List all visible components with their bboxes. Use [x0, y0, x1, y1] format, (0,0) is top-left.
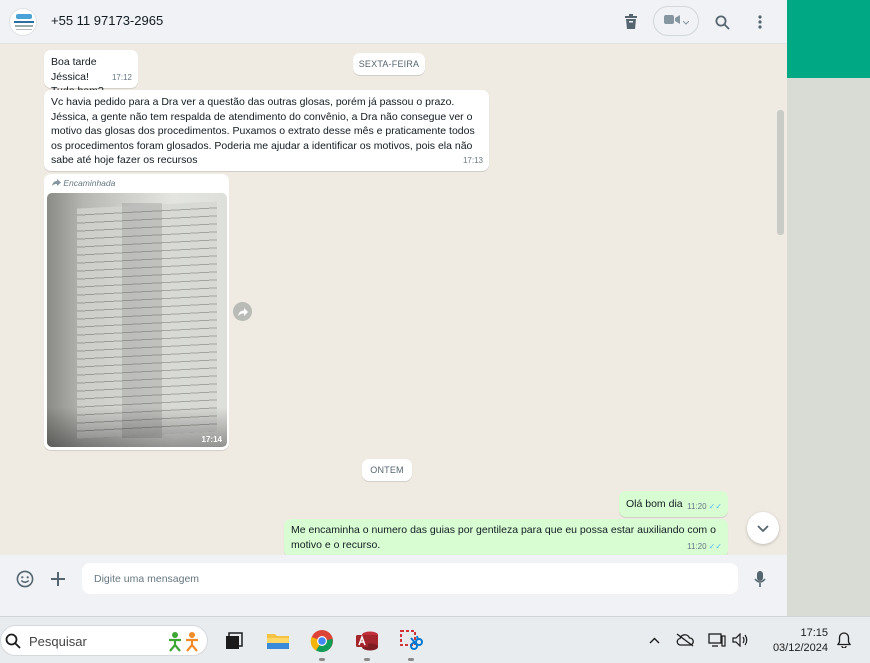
message-text-line: Vc havia pedido para a Dra ver a questão… — [51, 96, 455, 108]
menu-dots-icon[interactable] — [750, 12, 770, 32]
message-time: 11:20 — [687, 541, 707, 551]
message-time: 17:12 — [111, 72, 132, 82]
video-call-button[interactable] — [653, 6, 699, 36]
file-explorer-icon[interactable] — [265, 628, 291, 654]
chevron-up-icon[interactable] — [645, 631, 663, 649]
search-icon — [5, 633, 21, 654]
message-text-line: Jéssica, a gente não tem respalda de ate… — [51, 110, 473, 123]
double-check-icon: ✓✓ — [708, 501, 722, 511]
emoji-icon[interactable] — [15, 569, 35, 589]
chevron-down-icon — [757, 519, 769, 537]
message-text-line: Me encaminha o numero das guias por gent… — [291, 524, 716, 536]
message-meta: 11:20 ✓✓ — [687, 500, 722, 515]
archive-icon[interactable] — [621, 12, 641, 32]
date-separator: ONTEM — [362, 459, 412, 481]
chrome-icon[interactable] — [309, 628, 335, 654]
app-background — [787, 78, 870, 616]
taskbar-search-placeholder: Pesquisar — [29, 634, 87, 649]
forward-icon — [237, 303, 248, 321]
cloud-offline-icon[interactable] — [676, 631, 694, 649]
message-time: 17:14 — [201, 435, 222, 444]
accessibility-icon — [164, 631, 204, 658]
message-time: 11:20 — [687, 501, 707, 511]
task-view-icon[interactable] — [221, 628, 247, 654]
taskbar: Pesquisar 17:15 03/12/2024 — [0, 616, 870, 663]
message-outgoing[interactable]: Olá bom dia 11:20 ✓✓ — [619, 491, 728, 517]
chat-scrollbar[interactable] — [777, 110, 784, 235]
video-call-icon — [663, 12, 680, 30]
forwarded-label: Encaminhada — [52, 178, 115, 188]
clock-time: 17:15 — [800, 627, 828, 639]
message-text-line: sabe até hoje fazer os recursos — [51, 154, 198, 166]
message-input[interactable] — [82, 563, 738, 594]
message-composer — [0, 555, 787, 603]
message-meta: 11:20 ✓✓ — [687, 540, 722, 555]
microphone-icon[interactable] — [750, 569, 770, 589]
message-time: 17:13 — [462, 155, 483, 165]
network-icon[interactable] — [708, 631, 726, 649]
system-clock[interactable]: 17:15 03/12/2024 — [766, 626, 828, 656]
contact-name[interactable]: +55 11 97173-2965 — [51, 13, 163, 28]
taskbar-search[interactable]: Pesquisar — [0, 625, 208, 656]
access-icon[interactable] — [354, 628, 380, 654]
message-text-line: os procedimentos foram glosados. Poderia… — [51, 139, 473, 152]
chevron-down-icon — [682, 12, 689, 30]
chat-header: +55 11 97173-2965 — [0, 0, 787, 44]
snipping-tool-icon[interactable] — [398, 628, 424, 654]
search-icon[interactable] — [712, 12, 732, 32]
scroll-to-bottom-button[interactable] — [747, 512, 779, 544]
attach-plus-icon[interactable] — [48, 569, 68, 589]
whatsapp-window: +55 11 97173-2965 Boa tarde Jéssica! Tud… — [0, 0, 787, 603]
date-separator: SEXTA-FEIRA — [353, 53, 425, 75]
clock-date: 03/12/2024 — [772, 642, 828, 654]
message-incoming[interactable]: Boa tarde Jéssica! Tudo bem? 17:12 — [44, 50, 138, 97]
document-photo[interactable]: 17:14 — [47, 193, 227, 447]
message-outgoing[interactable]: Me encaminha o numero das guias por gent… — [284, 519, 728, 555]
contact-avatar[interactable] — [9, 8, 37, 36]
forwarded-icon — [52, 178, 63, 188]
message-text-line: motivo das glosas dos procedimentos. Pux… — [51, 125, 475, 137]
volume-icon[interactable] — [732, 631, 750, 649]
running-indicator — [319, 658, 325, 661]
running-indicator — [408, 658, 414, 661]
message-list[interactable]: Boa tarde Jéssica! Tudo bem? 17:12 SEXTA… — [0, 45, 787, 555]
app-background-accent — [787, 0, 870, 78]
forward-button[interactable] — [233, 302, 252, 321]
message-incoming[interactable]: Vc havia pedido para a Dra ver a questão… — [44, 90, 489, 171]
running-indicator — [364, 658, 370, 661]
notification-bell-icon[interactable] — [835, 631, 853, 649]
message-text-line: motivo e o recurso. — [291, 538, 381, 551]
double-check-icon: ✓✓ — [708, 541, 722, 551]
